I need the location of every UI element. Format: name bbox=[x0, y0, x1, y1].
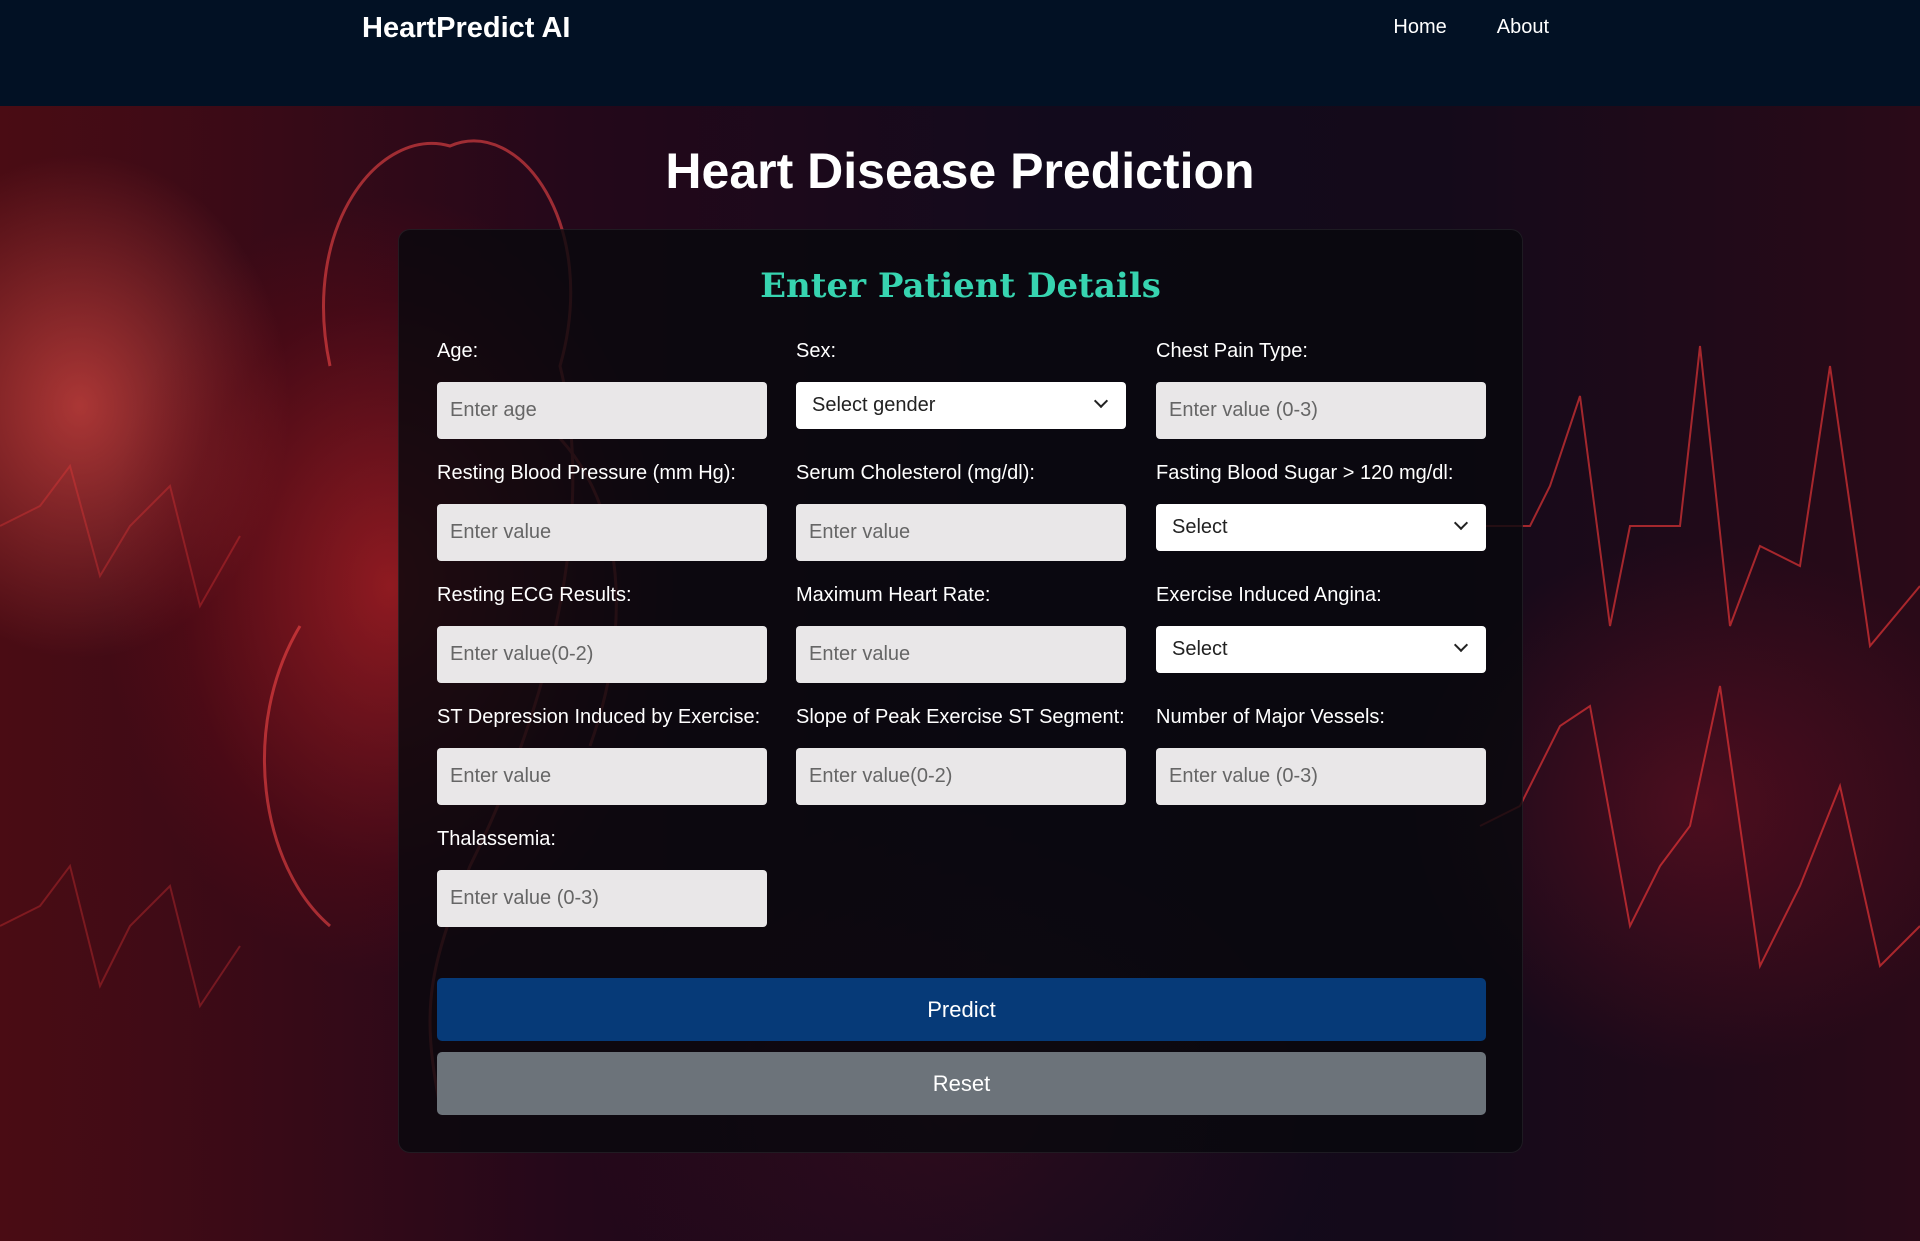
chevron-down-icon bbox=[1093, 393, 1109, 409]
patient-form-card: Enter Patient Details Age: Sex: Select g… bbox=[398, 229, 1523, 1153]
field-exercise-angina: Exercise Induced Angina: Select bbox=[1156, 584, 1486, 673]
serum-cholesterol-label: Serum Cholesterol (mg/dl): bbox=[796, 462, 1035, 484]
field-serum-cholesterol: Serum Cholesterol (mg/dl): bbox=[796, 462, 1126, 561]
field-chest-pain-type: Chest Pain Type: bbox=[1156, 340, 1486, 439]
chest-pain-type-label: Chest Pain Type: bbox=[1156, 340, 1308, 362]
field-st-depression: ST Depression Induced by Exercise: bbox=[437, 706, 767, 805]
field-st-slope: Slope of Peak Exercise ST Segment: bbox=[796, 706, 1126, 805]
sex-select-value: Select gender bbox=[812, 394, 936, 416]
field-age: Age: bbox=[437, 340, 767, 439]
resting-blood-pressure-input[interactable] bbox=[437, 504, 767, 561]
fasting-blood-sugar-select-value: Select bbox=[1172, 516, 1228, 538]
field-max-heart-rate: Maximum Heart Rate: bbox=[796, 584, 1126, 683]
navbar: HeartPredict AI Home About bbox=[0, 0, 1920, 106]
exercise-angina-label: Exercise Induced Angina: bbox=[1156, 584, 1382, 606]
age-input[interactable] bbox=[437, 382, 767, 439]
predict-button[interactable]: Predict bbox=[437, 978, 1486, 1041]
st-slope-input[interactable] bbox=[796, 748, 1126, 805]
exercise-angina-select-value: Select bbox=[1172, 638, 1228, 660]
field-fasting-blood-sugar: Fasting Blood Sugar > 120 mg/dl: Select bbox=[1156, 462, 1486, 551]
reset-button[interactable]: Reset bbox=[437, 1052, 1486, 1115]
nav-home-link[interactable]: Home bbox=[1393, 16, 1446, 39]
form-title: Enter Patient Details bbox=[760, 266, 1161, 306]
resting-ecg-input[interactable] bbox=[437, 626, 767, 683]
sex-select[interactable]: Select gender bbox=[796, 382, 1126, 429]
max-heart-rate-label: Maximum Heart Rate: bbox=[796, 584, 991, 606]
fasting-blood-sugar-select[interactable]: Select bbox=[1156, 504, 1486, 551]
serum-cholesterol-input[interactable] bbox=[796, 504, 1126, 561]
field-resting-blood-pressure: Resting Blood Pressure (mm Hg): bbox=[437, 462, 767, 561]
thalassemia-input[interactable] bbox=[437, 870, 767, 927]
field-sex: Sex: Select gender bbox=[796, 340, 1126, 429]
chevron-down-icon bbox=[1453, 515, 1469, 531]
st-slope-label: Slope of Peak Exercise ST Segment: bbox=[796, 706, 1125, 728]
resting-ecg-label: Resting ECG Results: bbox=[437, 584, 632, 606]
page-title: Heart Disease Prediction bbox=[665, 143, 1255, 199]
field-thalassemia: Thalassemia: bbox=[437, 828, 767, 927]
brand-logo[interactable]: HeartPredict AI bbox=[362, 12, 570, 45]
st-depression-label: ST Depression Induced by Exercise: bbox=[437, 706, 761, 728]
major-vessels-label: Number of Major Vessels: bbox=[1156, 706, 1385, 728]
exercise-angina-select[interactable]: Select bbox=[1156, 626, 1486, 673]
fasting-blood-sugar-label: Fasting Blood Sugar > 120 mg/dl: bbox=[1156, 462, 1454, 484]
thalassemia-label: Thalassemia: bbox=[437, 828, 556, 850]
field-resting-ecg: Resting ECG Results: bbox=[437, 584, 767, 683]
chevron-down-icon bbox=[1453, 637, 1469, 653]
nav-links: Home About bbox=[1393, 16, 1549, 39]
age-label: Age: bbox=[437, 340, 479, 362]
sex-label: Sex: bbox=[796, 340, 837, 362]
field-major-vessels: Number of Major Vessels: bbox=[1156, 706, 1486, 805]
major-vessels-input[interactable] bbox=[1156, 748, 1486, 805]
nav-about-link[interactable]: About bbox=[1497, 16, 1549, 39]
st-depression-input[interactable] bbox=[437, 748, 767, 805]
max-heart-rate-input[interactable] bbox=[796, 626, 1126, 683]
resting-blood-pressure-label: Resting Blood Pressure (mm Hg): bbox=[437, 462, 736, 484]
chest-pain-type-input[interactable] bbox=[1156, 382, 1486, 439]
